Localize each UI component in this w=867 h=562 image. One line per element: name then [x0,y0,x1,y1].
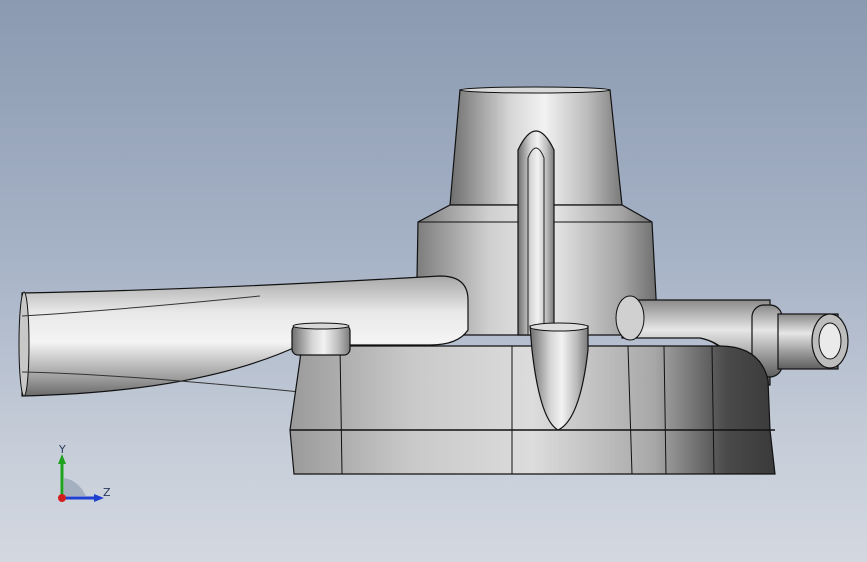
base-housing [289,345,776,475]
pump-housing-model[interactable] [0,0,867,562]
graphics-viewport[interactable]: Y Z [0,0,867,562]
left-boss [291,322,351,356]
y-axis-label: Y [59,443,66,456]
right-nozzle [751,304,849,378]
z-axis-label: Z [103,486,111,499]
coordinate-triad: Y Z [48,440,118,510]
vertical-rib [517,130,555,336]
